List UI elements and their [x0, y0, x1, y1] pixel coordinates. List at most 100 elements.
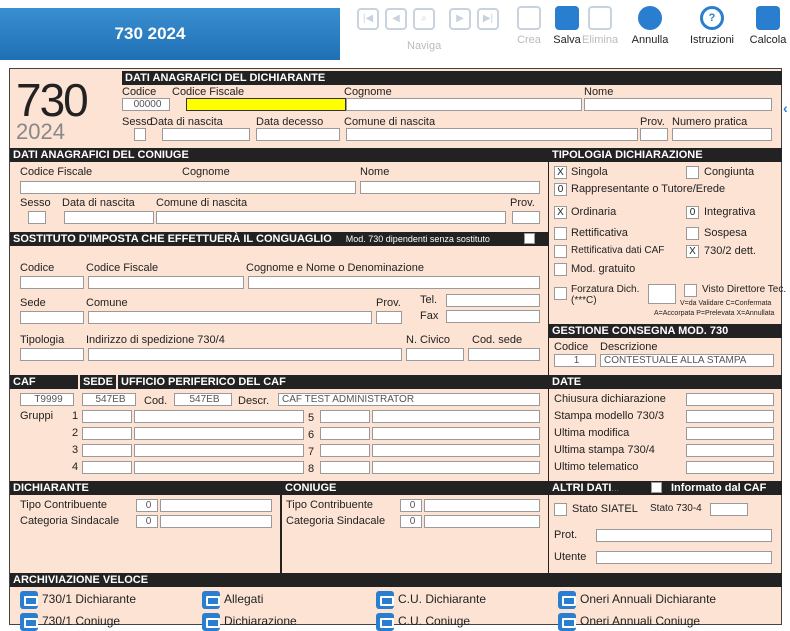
- sost-denominazione-input[interactable]: [248, 276, 540, 289]
- integrativa-input[interactable]: 0: [686, 206, 699, 219]
- decesso-input[interactable]: [256, 128, 340, 141]
- siatel-checkbox[interactable]: [554, 503, 567, 516]
- coniuge-prov-input[interactable]: [512, 211, 540, 224]
- tel-input[interactable]: [446, 294, 540, 307]
- sesso-input[interactable]: [134, 128, 146, 141]
- coniuge-nascita-input[interactable]: [64, 211, 154, 224]
- gruppo-input[interactable]: [320, 410, 370, 423]
- prot-input[interactable]: [596, 529, 772, 542]
- rettificativa-checkbox[interactable]: [554, 227, 567, 240]
- forzatura-checkbox[interactable]: [554, 287, 567, 300]
- sost-indirizzo-input[interactable]: [88, 348, 402, 361]
- coniuge-cognome-input[interactable]: [20, 181, 356, 194]
- sost-codice-input[interactable]: [20, 276, 84, 289]
- utente-input[interactable]: [596, 551, 772, 564]
- sost-civico-input[interactable]: [406, 348, 464, 361]
- annulla-button[interactable]: Annulla: [628, 6, 672, 46]
- sospesa-checkbox[interactable]: [686, 227, 699, 240]
- arch-oneri-coniuge[interactable]: Oneri Annuali Coniuge: [558, 613, 700, 631]
- consegna-codice-input[interactable]: 1: [554, 354, 596, 367]
- collapse-arrow-icon[interactable]: ‹: [783, 100, 788, 116]
- pratica-input[interactable]: [672, 128, 772, 141]
- column-divider: [548, 148, 549, 573]
- sost-comune-input[interactable]: [88, 311, 372, 324]
- cf-input[interactable]: [186, 98, 346, 111]
- istruzioni-button[interactable]: ? Istruzioni: [684, 6, 740, 46]
- telematico-input[interactable]: [686, 461, 774, 474]
- calcola-button[interactable]: Calcola: [746, 6, 790, 46]
- gruppo-input[interactable]: [372, 444, 540, 457]
- rett-caf-checkbox[interactable]: [554, 245, 567, 258]
- rett-caf-label: Rettificativa dati CAF: [571, 245, 665, 256]
- categoria-input[interactable]: 0: [136, 515, 158, 528]
- dett-checkbox[interactable]: X: [686, 245, 699, 258]
- sost-cod-sede-input[interactable]: [468, 348, 540, 361]
- arch-730-1-dichiarante[interactable]: 730/1 Dichiarante: [20, 591, 136, 609]
- coniuge-comune-input[interactable]: [156, 211, 506, 224]
- arch-cu-coniuge[interactable]: C.U. Coniuge: [376, 613, 470, 631]
- caf-code-input[interactable]: T9999: [20, 393, 74, 406]
- salva-button[interactable]: Salva: [552, 6, 582, 46]
- tipo-contrib-desc[interactable]: [160, 499, 272, 512]
- gruppo-input[interactable]: [82, 410, 132, 423]
- congiunta-checkbox[interactable]: [686, 166, 699, 179]
- gruppo-input[interactable]: [82, 444, 132, 457]
- gruppo-input[interactable]: [372, 427, 540, 440]
- coniuge-nome-input[interactable]: [360, 181, 540, 194]
- gruppo-input[interactable]: [320, 444, 370, 457]
- prot-label: Prot.: [554, 529, 578, 541]
- comune-nascita-input[interactable]: [346, 128, 638, 141]
- arch-dichiarazione[interactable]: Dichiarazione: [202, 613, 297, 631]
- coniuge-tipo-desc[interactable]: [424, 499, 540, 512]
- uff-descr-input[interactable]: CAF TEST ADMINISTRATOR: [278, 393, 540, 406]
- gruppo-input[interactable]: [372, 410, 540, 423]
- uff-cod-input[interactable]: 547EB: [174, 393, 232, 406]
- arch-730-1-coniuge[interactable]: 730/1 Coniuge: [20, 613, 120, 631]
- nome-input[interactable]: [584, 98, 772, 111]
- forzatura-input[interactable]: [648, 284, 676, 304]
- arch-oneri-dichiarante[interactable]: Oneri Annuali Dichiarante: [558, 591, 716, 609]
- coniuge-categoria-desc[interactable]: [424, 515, 540, 528]
- gruppo-input[interactable]: [372, 461, 540, 474]
- rappresentante-input[interactable]: 0: [554, 183, 567, 196]
- sost-sede-input[interactable]: [20, 311, 84, 324]
- arch-cu-dichiarante[interactable]: C.U. Dichiarante: [376, 591, 486, 609]
- sede-code-input[interactable]: 547EB: [82, 393, 136, 406]
- stato-730-input[interactable]: [710, 503, 748, 516]
- senza-sostituto-checkbox[interactable]: [524, 233, 535, 244]
- sost-tipologia-input[interactable]: [20, 348, 84, 361]
- gruppo-input[interactable]: [82, 461, 132, 474]
- sost-prov-input[interactable]: [376, 311, 402, 324]
- gruppo-input[interactable]: [82, 427, 132, 440]
- consegna-descr-input[interactable]: CONTESTUALE ALLA STAMPA: [600, 354, 774, 367]
- form-tab-title[interactable]: 730 2024: [0, 8, 340, 60]
- prov-input[interactable]: [640, 128, 668, 141]
- gruppo-input[interactable]: [134, 410, 304, 423]
- gruppo-input[interactable]: [320, 427, 370, 440]
- informato-checkbox[interactable]: [651, 482, 662, 493]
- fax-input[interactable]: [446, 310, 540, 323]
- gruppo-input[interactable]: [134, 461, 304, 474]
- sost-cf-input[interactable]: [88, 276, 244, 289]
- modifica-input[interactable]: [686, 427, 774, 440]
- stampa-input[interactable]: [686, 410, 774, 423]
- coniuge-nome-label: Nome: [360, 166, 390, 178]
- coniuge-tipo-input[interactable]: 0: [400, 499, 422, 512]
- gruppo-input[interactable]: [320, 461, 370, 474]
- chiusura-input[interactable]: [686, 393, 774, 406]
- arch-allegati[interactable]: Allegati: [202, 591, 263, 609]
- stampa4-input[interactable]: [686, 444, 774, 457]
- codice-input[interactable]: 00000: [122, 98, 170, 111]
- cognome-input[interactable]: [346, 98, 582, 111]
- nascita-input[interactable]: [162, 128, 250, 141]
- gruppo-input[interactable]: [134, 444, 304, 457]
- gruppo-input[interactable]: [134, 427, 304, 440]
- tipo-contrib-input[interactable]: 0: [136, 499, 158, 512]
- coniuge-categoria-input[interactable]: 0: [400, 515, 422, 528]
- gratuito-checkbox[interactable]: [554, 263, 567, 276]
- visto-checkbox[interactable]: [684, 284, 697, 297]
- categoria-desc[interactable]: [160, 515, 272, 528]
- coniuge-sesso-input[interactable]: [28, 211, 46, 224]
- ordinaria-checkbox[interactable]: X: [554, 206, 567, 219]
- singola-checkbox[interactable]: X: [554, 166, 567, 179]
